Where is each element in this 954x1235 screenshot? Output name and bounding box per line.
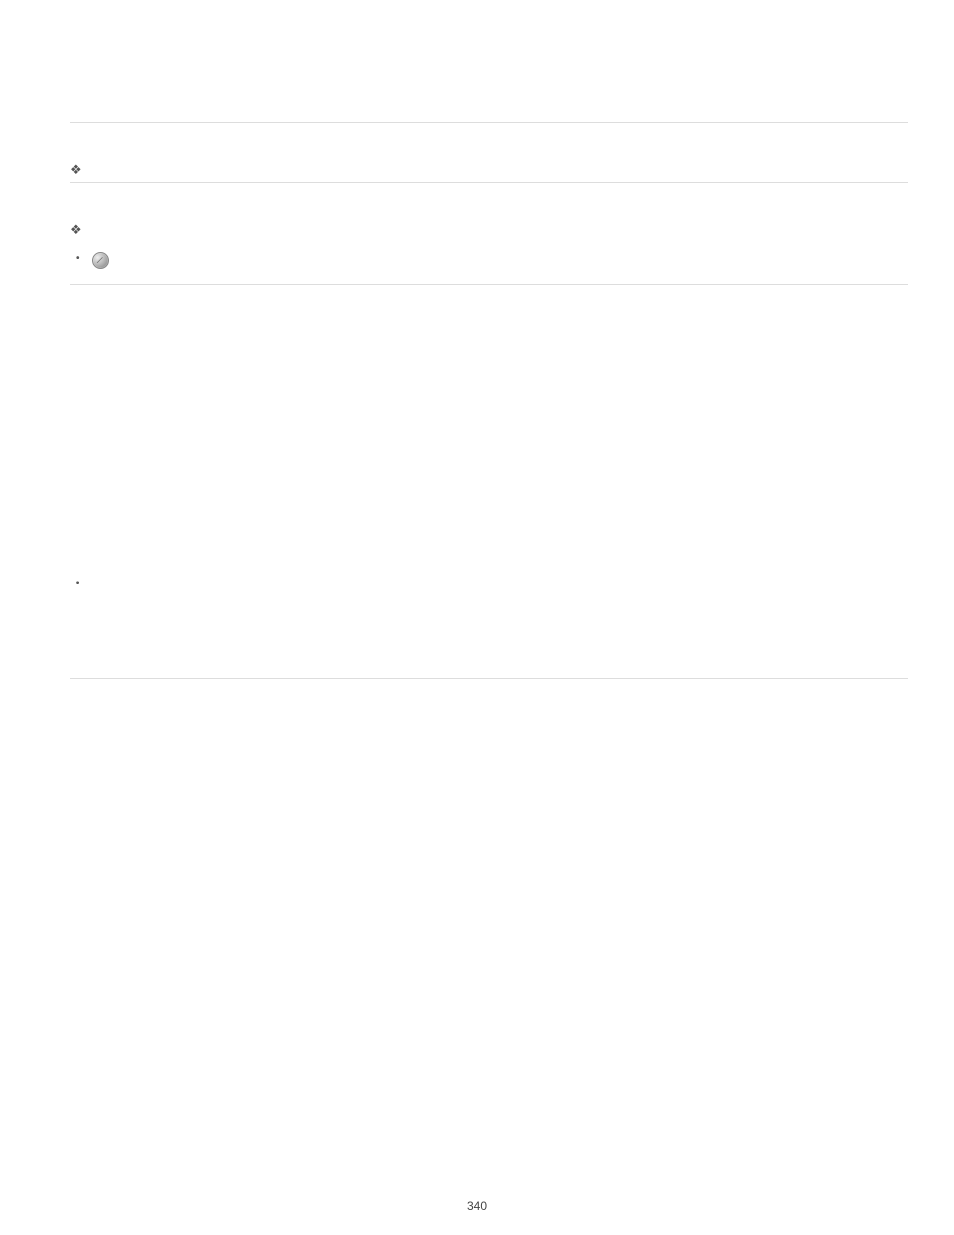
sub-bullet-list (70, 250, 908, 270)
sub-bullet-item (84, 250, 908, 270)
spacer (70, 285, 908, 565)
document-page: ❖ ❖ (0, 0, 954, 1235)
bullet-item: ❖ (70, 221, 908, 236)
content-area: ❖ ❖ (70, 0, 908, 679)
section-2: ❖ (70, 183, 908, 284)
diamond-bullet-icon: ❖ (70, 163, 82, 176)
section-1: ❖ (70, 123, 908, 182)
compass-icon (92, 252, 109, 269)
spacer (70, 578, 908, 678)
divider (70, 678, 908, 679)
page-number: 340 (0, 1199, 954, 1213)
diamond-bullet-icon: ❖ (70, 223, 82, 236)
bullet-item: ❖ (70, 161, 908, 176)
